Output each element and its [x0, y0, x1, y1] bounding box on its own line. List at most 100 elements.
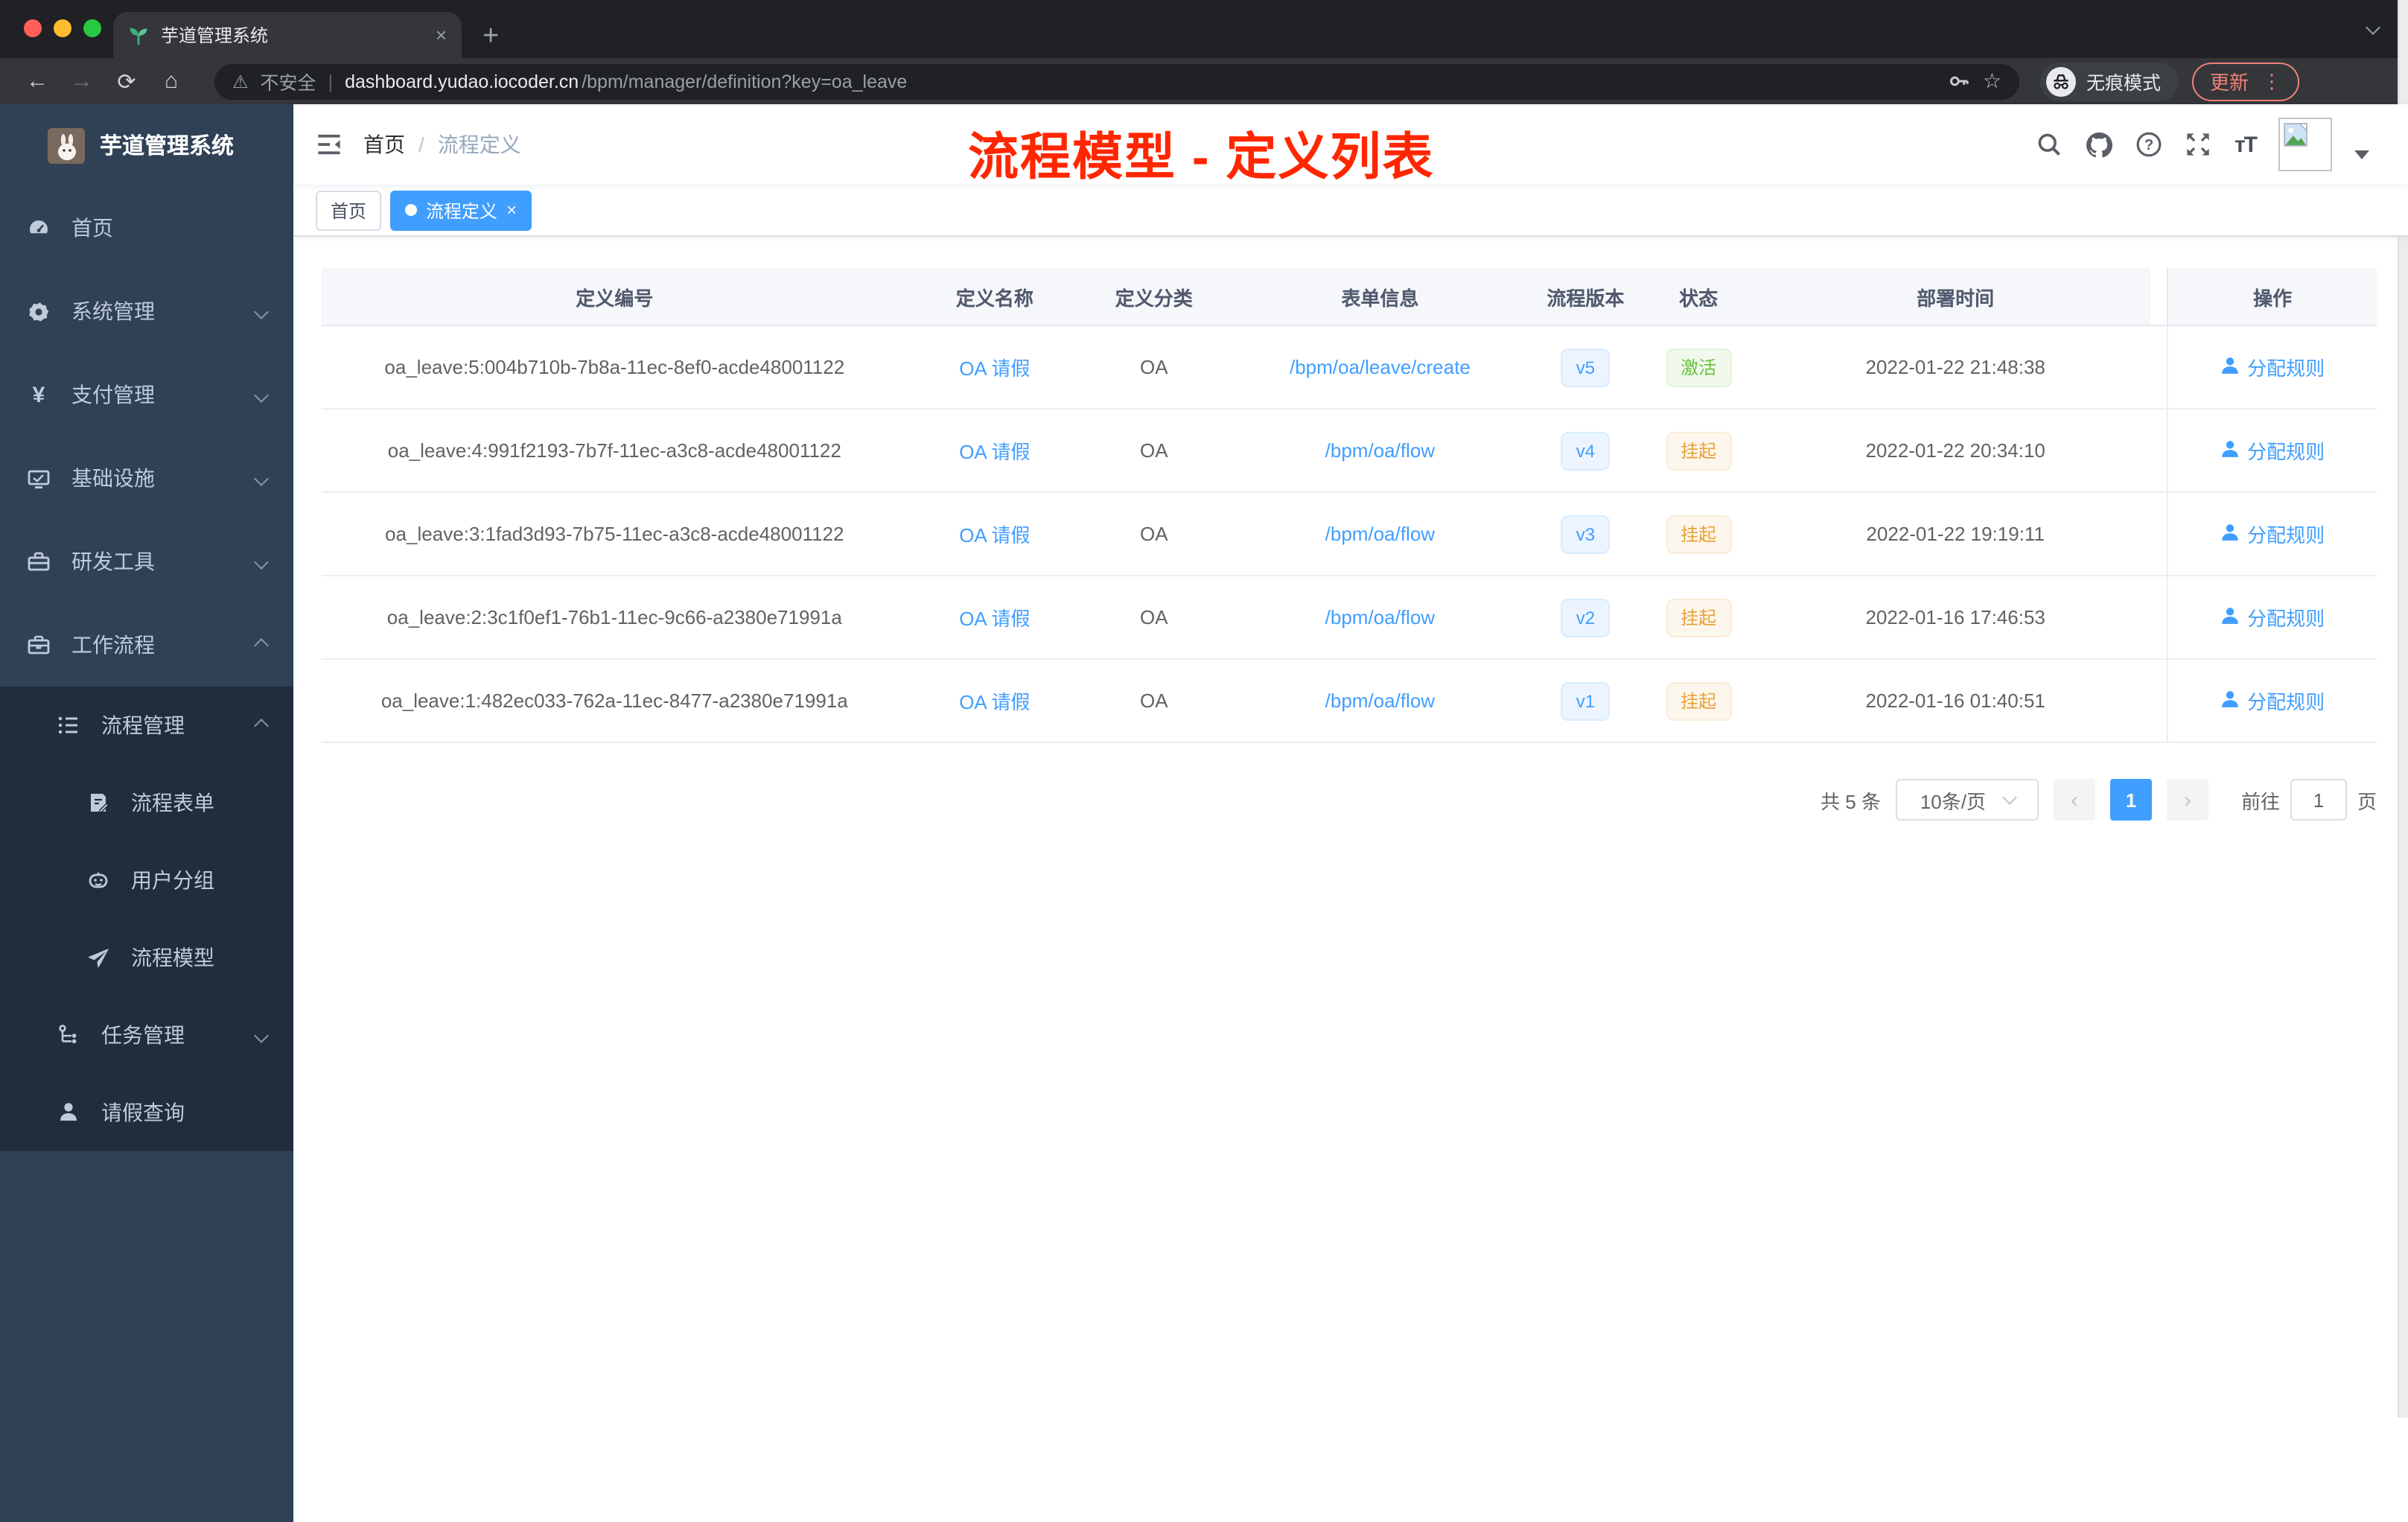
- new-tab-button[interactable]: +: [482, 22, 499, 51]
- github-icon[interactable]: [2086, 130, 2114, 159]
- next-page-button[interactable]: ›: [2166, 779, 2208, 821]
- fullscreen-icon[interactable]: [2185, 131, 2212, 158]
- reload-icon[interactable]: ⟳: [104, 68, 149, 95]
- sidebar-item-infra[interactable]: 基础设施: [0, 436, 293, 520]
- form-info-link[interactable]: /bpm/oa/flow: [1325, 606, 1435, 628]
- deploy-time: 2022-01-16 17:46:53: [1865, 606, 2045, 628]
- home-icon[interactable]: ⌂: [149, 69, 194, 94]
- page-size-select[interactable]: 10条/页: [1895, 779, 2039, 821]
- security-label[interactable]: 不安全: [261, 67, 316, 95]
- sidebar-item-payment[interactable]: ¥ 支付管理: [0, 353, 293, 436]
- back-icon[interactable]: ←: [15, 69, 60, 94]
- definition-name-link[interactable]: OA 请假: [959, 436, 1030, 465]
- definition-name-link[interactable]: OA 请假: [959, 353, 1030, 381]
- bookmark-star-icon[interactable]: ☆: [1983, 69, 2001, 94]
- assign-rule-link[interactable]: 分配规则: [2220, 687, 2325, 715]
- status-badge: 挂起: [1666, 598, 1732, 637]
- status-badge: 挂起: [1666, 431, 1732, 470]
- form-info-link[interactable]: /bpm/oa/flow: [1325, 690, 1435, 712]
- form-info-cell: /bpm/oa/flow: [1226, 576, 1534, 658]
- definition-name-link[interactable]: OA 请假: [959, 603, 1030, 631]
- tab-title: 芋道管理系统: [161, 25, 269, 46]
- sidebar-collapse-icon[interactable]: [316, 131, 343, 158]
- sidebar-item-workflow[interactable]: 工作流程: [0, 603, 293, 687]
- breadcrumb-home[interactable]: 首页: [363, 130, 405, 159]
- sidebar-item-home[interactable]: 首页: [0, 186, 293, 270]
- sidebar-item-user-group[interactable]: 用户分组: [0, 841, 293, 919]
- header-gutter: [2150, 268, 2167, 325]
- yen-icon: ¥: [32, 382, 45, 407]
- window-controls: [24, 19, 101, 37]
- user-icon: [2220, 605, 2240, 629]
- form-info-link[interactable]: /bpm/oa/leave/create: [1290, 356, 1471, 378]
- form-info-cell: /bpm/oa/flow: [1226, 660, 1534, 742]
- row-gutter: [2150, 326, 2167, 408]
- sidebar-item-label: 请假查询: [101, 1101, 185, 1124]
- sidebar-item-leave-query[interactable]: 请假查询: [0, 1074, 293, 1151]
- browser-tab[interactable]: 芋道管理系统 ×: [113, 12, 462, 58]
- definition-name-link[interactable]: OA 请假: [959, 520, 1030, 548]
- close-window-button[interactable]: [24, 19, 42, 37]
- sidebar-item-label: 流程表单: [131, 791, 214, 815]
- goto-page-input[interactable]: [2290, 779, 2347, 821]
- incognito-label: 无痕模式: [2086, 73, 2162, 94]
- address-input[interactable]: ⚠ 不安全 | dashboard.yudao.iocoder.cn/bpm/m…: [214, 63, 2019, 99]
- form-icon: [86, 791, 110, 815]
- assign-rule-link[interactable]: 分配规则: [2220, 436, 2325, 465]
- definition-name-link[interactable]: OA 请假: [959, 687, 1030, 715]
- browser-menu-dots-icon[interactable]: ⋮: [2262, 69, 2281, 93]
- sidebar-item-devtools[interactable]: 研发工具: [0, 520, 293, 603]
- tab-search-chevron-icon[interactable]: [2366, 20, 2380, 35]
- password-key-icon[interactable]: [1949, 70, 1971, 92]
- version-cell: v4: [1534, 410, 1637, 491]
- assign-rule-link[interactable]: 分配规则: [2220, 520, 2325, 548]
- minimize-window-button[interactable]: [54, 19, 71, 37]
- browser-tab-strip: 芋道管理系统 × +: [0, 0, 2408, 58]
- tag-close-icon[interactable]: ×: [506, 200, 517, 220]
- sidebar-item-process-model[interactable]: 流程模型: [0, 919, 293, 996]
- logo-row[interactable]: 芋道管理系统: [0, 104, 293, 186]
- deploy-time: 2022-01-22 20:34:10: [1865, 439, 2045, 462]
- font-size-icon[interactable]: тT: [2235, 132, 2258, 157]
- person-icon: [57, 1101, 80, 1124]
- sidebar-item-process-management[interactable]: 流程管理: [0, 687, 293, 764]
- update-label[interactable]: 更新: [2210, 67, 2249, 95]
- table-row: oa_leave:1:482ec033-762a-11ec-8477-a2380…: [322, 660, 2377, 743]
- maximize-window-button[interactable]: [83, 19, 101, 37]
- chevron-down-icon: [254, 304, 269, 319]
- sidebar-item-process-form[interactable]: 流程表单: [0, 764, 293, 841]
- current-page-button[interactable]: 1: [2109, 779, 2152, 821]
- table-row: oa_leave:5:004b710b-7b8a-11ec-8ef0-acde4…: [322, 326, 2377, 410]
- chevron-down-icon: [254, 1028, 269, 1042]
- assign-rule-link[interactable]: 分配规则: [2220, 603, 2325, 631]
- avatar[interactable]: [2278, 118, 2332, 171]
- tag-home[interactable]: 首页: [316, 190, 382, 230]
- form-info-link[interactable]: /bpm/oa/flow: [1325, 439, 1435, 462]
- form-info-cell: /bpm/oa/flow: [1226, 410, 1534, 491]
- update-button[interactable]: 更新 ⋮: [2192, 62, 2300, 101]
- sidebar-item-system[interactable]: 系统管理: [0, 270, 293, 353]
- version-badge: v1: [1561, 681, 1611, 720]
- avatar-dropdown-caret-icon[interactable]: [2354, 150, 2369, 159]
- forward-icon[interactable]: →: [60, 69, 104, 94]
- status-cell: 挂起: [1637, 576, 1760, 658]
- assign-rule-link[interactable]: 分配规则: [2220, 353, 2325, 381]
- table-body: oa_leave:5:004b710b-7b8a-11ec-8ef0-acde4…: [322, 326, 2377, 743]
- search-icon[interactable]: [2036, 131, 2063, 158]
- form-info-link[interactable]: /bpm/oa/flow: [1325, 523, 1435, 545]
- status-cell: 挂起: [1637, 493, 1760, 575]
- row-gutter: [2150, 493, 2167, 575]
- user-icon: [2220, 522, 2240, 546]
- sidebar-item-task-management[interactable]: 任务管理: [0, 996, 293, 1074]
- help-icon[interactable]: ?: [2136, 131, 2163, 158]
- pagination: 共 5 条 10条/页 ‹ 1 › 前往 页: [322, 779, 2377, 821]
- sidebar-item-label: 流程管理: [101, 713, 185, 737]
- breadcrumb-separator: /: [418, 133, 424, 156]
- navbar: 首页 / 流程定义 流程模型 - 定义列表 ? тT: [293, 104, 2408, 186]
- prev-page-button[interactable]: ‹: [2053, 779, 2095, 821]
- tag-process-definition[interactable]: 流程定义 ×: [390, 190, 532, 230]
- definition-id: oa_leave:3:1fad3d93-7b75-11ec-a3c8-acde4…: [385, 523, 844, 545]
- assign-rule-label: 分配规则: [2247, 691, 2325, 713]
- tab-close-icon[interactable]: ×: [436, 24, 447, 46]
- action-cell: 分配规则: [2167, 660, 2377, 742]
